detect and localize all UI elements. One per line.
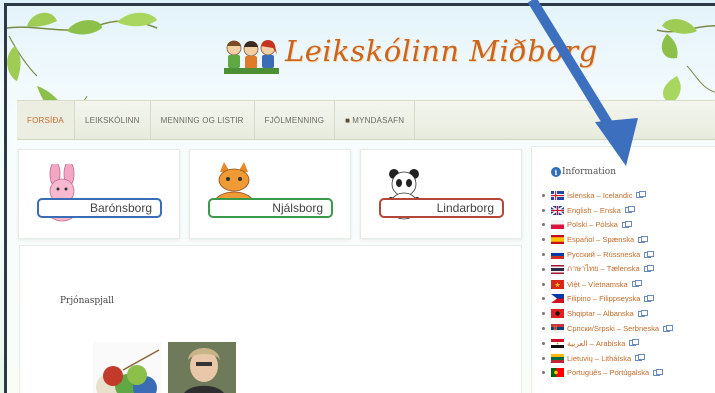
school-card-baronsborg[interactable]: Barónsborg	[18, 149, 180, 239]
external-link-icon[interactable]	[663, 324, 673, 332]
spain-flag-icon	[551, 235, 564, 245]
language-item[interactable]: Lietuvių – Litháíska	[542, 351, 670, 366]
camera-icon: ■	[345, 115, 351, 125]
nav-item-fjolmenning[interactable]: FJÖLMENNING	[255, 101, 336, 139]
school-label: Njálsborg	[208, 198, 333, 218]
school-name: Lindarborg	[436, 201, 494, 215]
bullet-icon	[542, 341, 545, 345]
nav-label: MYNDASAFN	[352, 115, 405, 125]
poland-flag-icon	[551, 220, 564, 230]
serbia-flag-icon	[551, 324, 564, 334]
language-link[interactable]: Filipino – Filippseyska	[567, 294, 640, 303]
bullet-icon	[542, 253, 545, 257]
school-label: Lindarborg	[379, 198, 504, 218]
external-link-icon[interactable]	[644, 294, 655, 302]
language-link[interactable]: Việt – Víetnamska	[567, 280, 628, 289]
school-label: Barónsborg	[37, 198, 162, 218]
albania-flag-icon	[551, 309, 564, 319]
nav-label: MENNING OG LISTIR	[160, 115, 244, 125]
site-logo[interactable]: Leikskólinn Miðborg	[224, 26, 598, 76]
external-link-icon[interactable]	[643, 265, 654, 273]
language-link[interactable]: Português – Portúgalska	[567, 368, 649, 377]
external-link-icon[interactable]	[644, 250, 655, 258]
info-icon: i	[551, 167, 561, 177]
portugal-flag-icon	[551, 368, 564, 378]
language-item[interactable]: ภาษาไทย – Tælenska	[542, 262, 670, 277]
russia-flag-icon	[551, 250, 564, 260]
uk-flag-icon	[551, 205, 564, 215]
nav-label: LEIKSKÓLINN	[84, 115, 140, 125]
nav-item-myndasafn[interactable]: ■ MYNDASAFN	[335, 101, 416, 139]
browser-viewport: Leikskólinn Miðborg FORSÍÐA LEIKSKÓLINN …	[4, 3, 715, 393]
language-link[interactable]: English – Enska	[567, 206, 621, 215]
bullet-icon	[542, 297, 545, 301]
language-item[interactable]: English – Enska	[542, 203, 670, 218]
person-photo[interactable]	[168, 342, 236, 393]
language-item[interactable]: Íslenska – Icelandic	[542, 188, 670, 203]
language-item[interactable]: Polski – Pólska	[542, 218, 670, 233]
external-link-icon[interactable]	[621, 220, 632, 228]
kids-logo-icon	[224, 34, 279, 76]
external-link-icon[interactable]	[653, 368, 664, 376]
sidebar-title: i Information	[551, 167, 616, 177]
language-item[interactable]: Shqiptar – Albanska	[542, 306, 670, 321]
main-content: Prjónaspjall	[19, 245, 522, 393]
nav-label: FJÖLMENNING	[264, 115, 325, 125]
bullet-icon	[542, 267, 545, 271]
sidebar-information: i Information Íslenska – Icelandic Englis…	[531, 146, 715, 393]
egypt-flag-icon	[551, 338, 564, 348]
main-navigation: FORSÍÐA LEIKSKÓLINN MENNING OG LISTIR FJ…	[17, 100, 715, 140]
external-link-icon[interactable]	[637, 309, 648, 317]
nav-item-forsida[interactable]: FORSÍÐA	[17, 101, 75, 139]
language-link[interactable]: Shqiptar – Albanska	[567, 309, 634, 318]
bullet-icon	[542, 238, 545, 242]
school-card-njalsborg[interactable]: Njálsborg	[189, 149, 351, 239]
post-title[interactable]: Prjónaspjall	[60, 296, 114, 306]
vietnam-flag-icon	[551, 279, 564, 289]
lithuania-flag-icon	[551, 353, 564, 363]
nav-item-menning-og-listir[interactable]: MENNING OG LISTIR	[151, 101, 255, 139]
language-item[interactable]: Filipino – Filippseyska	[542, 292, 670, 307]
nav-label: FORSÍÐA	[27, 115, 64, 125]
language-link[interactable]: العربية – Arabíska	[567, 339, 625, 348]
nav-item-leikskolinn[interactable]: LEIKSKÓLINN	[75, 101, 151, 139]
thailand-flag-icon	[551, 264, 564, 274]
language-item[interactable]: Português – Portúgalska	[542, 366, 670, 381]
language-item[interactable]: Русский – Rússneska	[542, 247, 670, 262]
yarn-image[interactable]	[93, 342, 162, 393]
bullet-icon	[542, 356, 545, 360]
language-item[interactable]: Việt – Víetnamska	[542, 277, 670, 292]
language-list: Íslenska – Icelandic English – Enska Polsk…	[542, 188, 673, 381]
external-link-icon[interactable]	[636, 191, 647, 199]
bullet-icon	[542, 371, 545, 375]
bullet-icon	[542, 327, 545, 331]
external-link-icon[interactable]	[629, 339, 640, 347]
bullet-icon	[542, 312, 545, 316]
external-link-icon[interactable]	[638, 235, 649, 243]
philippines-flag-icon	[551, 294, 564, 304]
language-link[interactable]: Español – Spænska	[567, 235, 634, 244]
external-link-icon[interactable]	[631, 280, 642, 288]
bullet-icon	[542, 282, 545, 286]
language-link[interactable]: Русский – Rússneska	[567, 250, 640, 259]
sidebar-title-text: Information	[562, 167, 617, 177]
bullet-icon	[542, 193, 545, 197]
bullet-icon	[542, 223, 545, 227]
language-link[interactable]: Српски/Srpski – Serbneska	[567, 324, 659, 333]
external-link-icon[interactable]	[635, 354, 646, 362]
school-card-lindarborg[interactable]: Lindarborg	[360, 149, 522, 239]
school-name: Njálsborg	[272, 201, 323, 215]
language-item[interactable]: Српски/Srpski – Serbneska	[542, 321, 673, 336]
iceland-flag-icon	[551, 190, 564, 200]
school-name: Barónsborg	[89, 201, 152, 215]
language-link[interactable]: Polski – Pólska	[567, 220, 618, 229]
language-link[interactable]: ภาษาไทย – Tælenska	[567, 263, 640, 275]
language-item[interactable]: العربية – Arabíska	[542, 336, 670, 351]
site-title: Leikskólinn Miðborg	[285, 34, 598, 68]
language-link[interactable]: Íslenska – Icelandic	[567, 191, 632, 200]
language-link[interactable]: Lietuvių – Litháíska	[567, 354, 631, 363]
bullet-icon	[542, 208, 545, 212]
language-item[interactable]: Español – Spænska	[542, 232, 670, 247]
external-link-icon[interactable]	[624, 206, 635, 214]
